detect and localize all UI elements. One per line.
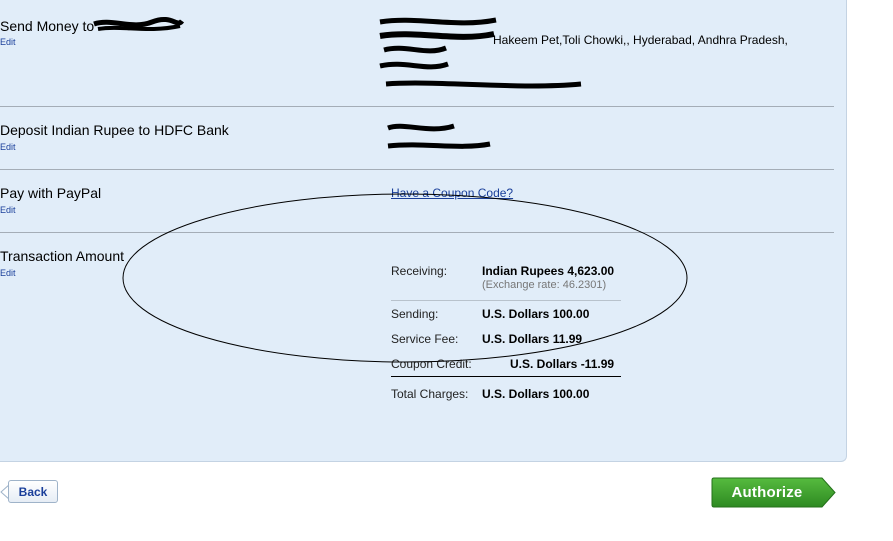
transaction-edit-link[interactable]: Edit <box>0 268 16 278</box>
authorize-button[interactable]: Authorize <box>711 477 836 508</box>
back-button[interactable]: Back <box>8 480 58 503</box>
total-charges-value: U.S. Dollars 100.00 <box>482 387 590 401</box>
total-charges-label: Total Charges: <box>391 387 469 401</box>
transaction-title: Transaction Amount <box>0 248 124 264</box>
redacted-recipient-name <box>93 16 184 31</box>
send-money-edit-link[interactable]: Edit <box>0 37 16 47</box>
pay-title: Pay with PayPal <box>0 185 102 201</box>
recipient-address-text: Hakeem Pet,Toli Chowki,, Hyderabad, Andh… <box>493 33 788 47</box>
deposit-title: Deposit Indian Rupee to HDFC Bank <box>0 122 229 138</box>
redacted-recipient-address <box>379 17 582 89</box>
authorize-label: Authorize <box>731 484 803 501</box>
deposit-edit-link[interactable]: Edit <box>0 142 16 152</box>
send-money-title: Send Money to <box>0 18 95 34</box>
redacted-bank-account <box>387 123 491 149</box>
pay-edit-link[interactable]: Edit <box>0 205 16 215</box>
divider <box>0 169 834 170</box>
annotation-ellipse <box>122 193 688 363</box>
divider <box>0 106 834 107</box>
total-separator <box>391 376 621 377</box>
